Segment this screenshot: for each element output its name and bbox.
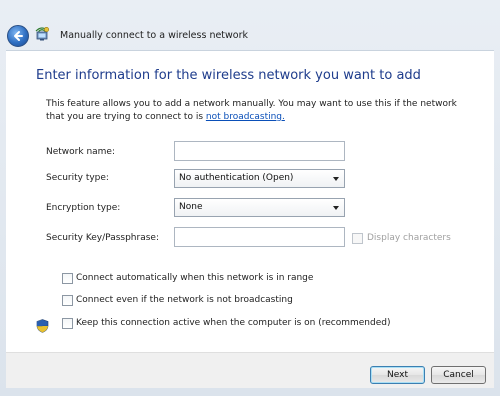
encryption-type-label: Encryption type: [46,203,121,213]
encryption-type-value: None [179,202,203,212]
not-broadcasting-link[interactable]: not broadcasting. [206,112,285,122]
security-type-select[interactable]: No authentication (Open) [174,169,345,188]
window-title: Manually connect to a wireless network [60,30,249,41]
button-bar: Next Cancel [6,352,494,388]
network-name-label: Network name: [46,147,115,157]
main-panel: Enter information for the wireless netwo… [6,50,494,352]
connect-automatically-checkbox[interactable] [62,273,73,284]
display-characters-checkbox[interactable] [352,233,363,244]
security-type-value: No authentication (Open) [179,173,294,183]
next-button[interactable]: Next [370,366,425,384]
title-bar: Manually connect to a wireless network [0,0,500,48]
chevron-down-icon [333,206,339,210]
security-key-input[interactable] [174,227,345,247]
security-key-label: Security Key/Passphrase: [46,233,159,243]
connect-not-broadcasting-checkbox[interactable] [62,295,73,306]
encryption-type-select[interactable]: None [174,198,345,217]
chevron-down-icon [333,177,339,181]
wireless-network-icon [34,26,50,42]
network-name-input[interactable] [174,141,345,161]
connect-automatically-label: Connect automatically when this network … [76,273,314,283]
page-heading: Enter information for the wireless netwo… [36,68,421,83]
window-frame: Manually connect to a wireless network E… [0,0,500,396]
keep-connection-active-label: Keep this connection active when the com… [76,318,391,328]
cancel-button[interactable]: Cancel [431,366,486,384]
description: This feature allows you to add a network… [46,98,466,124]
back-arrow-icon[interactable] [7,25,29,47]
uac-shield-icon [36,319,49,333]
connect-not-broadcasting-label: Connect even if the network is not broad… [76,295,293,305]
display-characters-label: Display characters [367,233,451,243]
security-type-label: Security type: [46,173,109,183]
keep-connection-active-checkbox[interactable] [62,318,73,329]
